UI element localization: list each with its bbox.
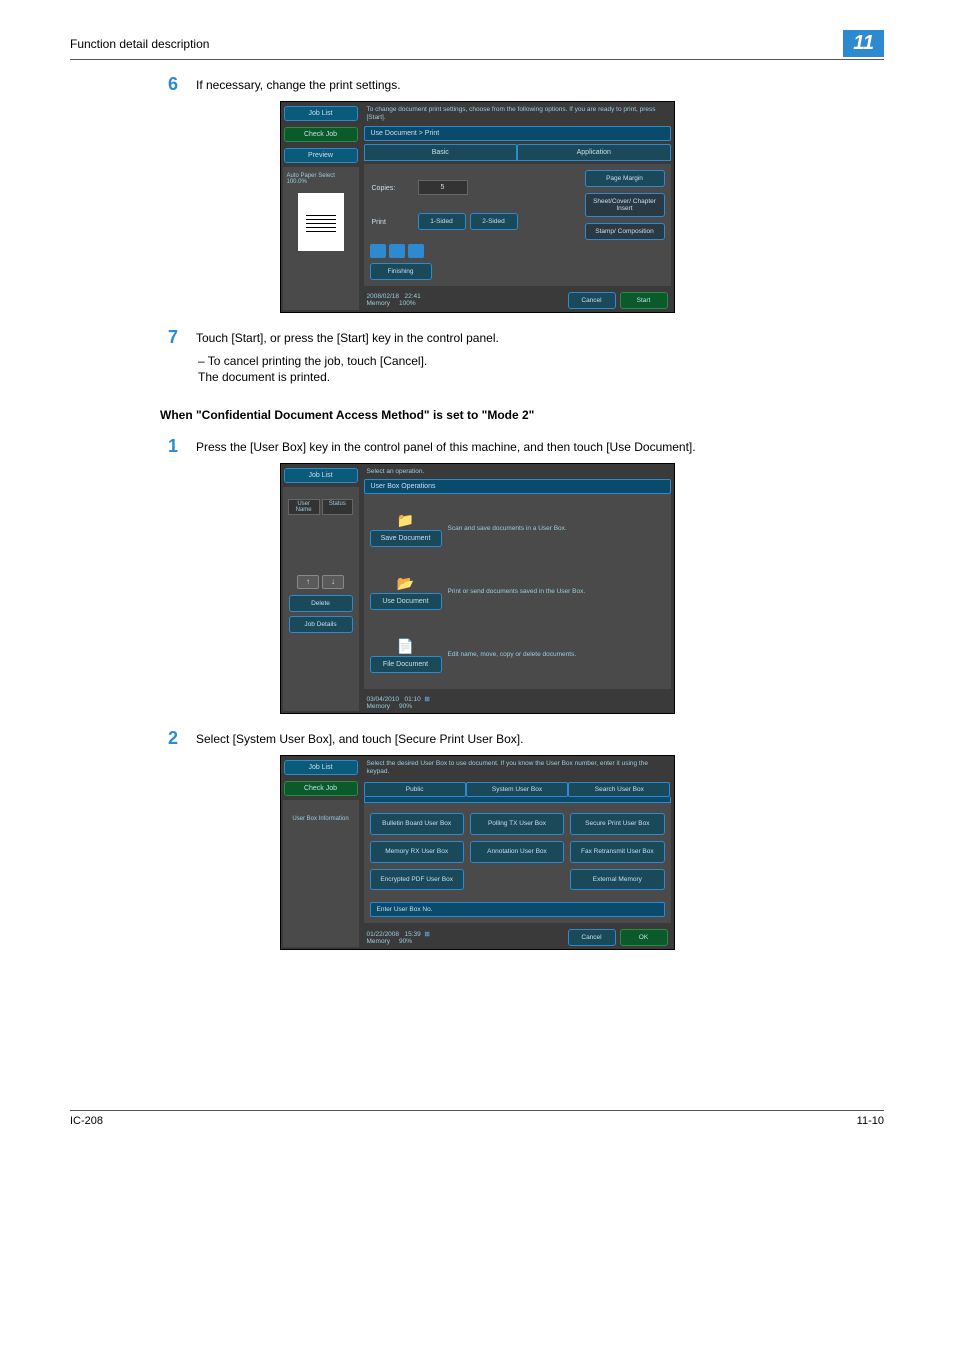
footer-right: 11-10 bbox=[857, 1115, 884, 1127]
fax-retransmit-button[interactable]: Fax Retransmit User Box bbox=[570, 841, 664, 863]
external-memory-button[interactable]: External Memory bbox=[570, 869, 664, 891]
step-7-sub2: The document is printed. bbox=[198, 370, 884, 384]
step-7-text: Touch [Start], or press the [Start] key … bbox=[196, 327, 884, 348]
up-arrow-button[interactable]: ↑ bbox=[297, 575, 319, 589]
dialpad-icon: ⊞ bbox=[424, 696, 429, 703]
enter-user-box-no[interactable]: Enter User Box No. bbox=[370, 902, 665, 917]
two-sided-button[interactable]: 2-Sided bbox=[470, 213, 518, 230]
bulletin-board-button[interactable]: Bulletin Board User Box bbox=[370, 813, 464, 835]
footer-time: 01:10 bbox=[404, 696, 420, 703]
breadcrumb: Use Document > Print bbox=[364, 126, 671, 141]
footer-memory-label: Memory bbox=[367, 703, 390, 710]
screenshot-user-box-ops: Job List User Name Status ↑ ↓ Delete Job… bbox=[280, 463, 675, 715]
print-label: Print bbox=[372, 219, 414, 226]
step-7-number: 7 bbox=[160, 327, 178, 348]
job-list-tab[interactable]: Job List bbox=[284, 760, 358, 775]
step-1-number: 1 bbox=[160, 436, 178, 457]
page-footer: IC-208 11-10 bbox=[70, 1110, 884, 1127]
encrypted-pdf-button[interactable]: Encrypted PDF User Box bbox=[370, 869, 464, 891]
use-document-icon: 📂 bbox=[396, 573, 416, 593]
cancel-button[interactable]: Cancel bbox=[568, 929, 616, 946]
screenshot-system-user-box: Job List Check Job User Box Information … bbox=[280, 755, 675, 950]
header-title: Function detail description bbox=[70, 37, 209, 51]
copies-value[interactable]: 5 bbox=[418, 180, 468, 195]
page-margin-button[interactable]: Page Margin bbox=[585, 170, 665, 187]
file-document-icon: 📄 bbox=[396, 636, 416, 656]
tab-search[interactable]: Search User Box bbox=[568, 782, 670, 797]
secure-print-button[interactable]: Secure Print User Box bbox=[570, 813, 664, 835]
user-box-info: User Box Information bbox=[292, 816, 348, 822]
tab-public[interactable]: Public bbox=[364, 782, 466, 797]
cancel-button[interactable]: Cancel bbox=[568, 292, 616, 309]
job-list-tab[interactable]: Job List bbox=[284, 468, 358, 483]
job-details-button[interactable]: Job Details bbox=[289, 616, 353, 633]
hint-text: Select an operation. bbox=[361, 464, 674, 480]
footer-memory-value: 100% bbox=[399, 300, 416, 307]
save-document-button[interactable]: Save Document bbox=[370, 530, 442, 547]
step-1: 1 Press the [User Box] key in the contro… bbox=[160, 436, 884, 457]
job-list-tab[interactable]: Job List bbox=[284, 106, 358, 121]
tab-basic[interactable]: Basic bbox=[364, 144, 518, 161]
preview-tab[interactable]: Preview bbox=[284, 148, 358, 163]
footer-date: 01/22/2008 bbox=[367, 931, 400, 938]
tab-system[interactable]: System User Box bbox=[466, 782, 568, 797]
page-header: Function detail description 11 bbox=[70, 30, 884, 60]
memory-rx-button[interactable]: Memory RX User Box bbox=[370, 841, 464, 863]
step-7-sub1: – To cancel printing the job, touch [Can… bbox=[198, 354, 884, 368]
finishing-icon bbox=[370, 244, 386, 258]
footer-date: 03/04/2010 bbox=[367, 696, 400, 703]
step-7: 7 Touch [Start], or press the [Start] ke… bbox=[160, 327, 884, 348]
user-name-col: User Name bbox=[288, 499, 320, 515]
footer-memory-label: Memory bbox=[367, 938, 390, 945]
step-6-number: 6 bbox=[160, 74, 178, 95]
down-arrow-button[interactable]: ↓ bbox=[322, 575, 344, 589]
footer-date: 2008/02/18 bbox=[367, 293, 400, 300]
tab-application[interactable]: Application bbox=[517, 144, 671, 161]
sheet-cover-button[interactable]: Sheet/Cover/ Chapter Insert bbox=[585, 193, 665, 217]
check-job-tab[interactable]: Check Job bbox=[284, 781, 358, 796]
start-button[interactable]: Start bbox=[620, 292, 668, 309]
save-document-icon: 📁 bbox=[396, 510, 416, 530]
step-6: 6 If necessary, change the print setting… bbox=[160, 74, 884, 95]
dialpad-icon: ⊞ bbox=[424, 931, 429, 938]
copies-label: Copies: bbox=[372, 185, 414, 192]
file-document-button[interactable]: File Document bbox=[370, 656, 442, 673]
mode2-heading: When "Confidential Document Access Metho… bbox=[160, 408, 884, 422]
footer-time: 22:41 bbox=[404, 293, 420, 300]
delete-button[interactable]: Delete bbox=[289, 595, 353, 612]
stamp-button[interactable]: Stamp/ Composition bbox=[585, 223, 665, 240]
footer-memory-value: 90% bbox=[399, 938, 412, 945]
step-6-text: If necessary, change the print settings. bbox=[196, 74, 884, 95]
step-1-text: Press the [User Box] key in the control … bbox=[196, 436, 884, 457]
use-document-desc: Print or send documents saved in the Use… bbox=[448, 588, 665, 595]
file-document-desc: Edit name, move, copy or delete document… bbox=[448, 651, 665, 658]
finishing-button[interactable]: Finishing bbox=[370, 263, 432, 280]
status-col: Status bbox=[322, 499, 354, 515]
footer-left: IC-208 bbox=[70, 1115, 103, 1127]
document-preview-icon bbox=[298, 193, 344, 251]
step-2-number: 2 bbox=[160, 728, 178, 749]
hint-text: To change document print settings, choos… bbox=[361, 102, 674, 126]
polling-tx-button[interactable]: Polling TX User Box bbox=[470, 813, 564, 835]
finishing-icon bbox=[408, 244, 424, 258]
ops-title: User Box Operations bbox=[364, 479, 671, 494]
annotation-button[interactable]: Annotation User Box bbox=[470, 841, 564, 863]
screenshot-print-settings: Job List Check Job Preview Auto Paper Se… bbox=[280, 101, 675, 313]
step-2-text: Select [System User Box], and touch [Sec… bbox=[196, 728, 884, 749]
footer-time: 15:39 bbox=[404, 931, 420, 938]
use-document-button[interactable]: Use Document bbox=[370, 593, 442, 610]
auto-paper-status: Auto Paper Select 100.0% bbox=[287, 173, 355, 185]
chapter-number: 11 bbox=[843, 30, 884, 57]
hint-text: Select the desired User Box to use docum… bbox=[361, 756, 674, 780]
ok-button[interactable]: OK bbox=[620, 929, 668, 946]
step-2: 2 Select [System User Box], and touch [S… bbox=[160, 728, 884, 749]
check-job-tab[interactable]: Check Job bbox=[284, 127, 358, 142]
one-sided-button[interactable]: 1-Sided bbox=[418, 213, 466, 230]
footer-memory-label: Memory bbox=[367, 300, 390, 307]
finishing-icon bbox=[389, 244, 405, 258]
footer-memory-value: 90% bbox=[399, 703, 412, 710]
save-document-desc: Scan and save documents in a User Box. bbox=[448, 525, 665, 532]
